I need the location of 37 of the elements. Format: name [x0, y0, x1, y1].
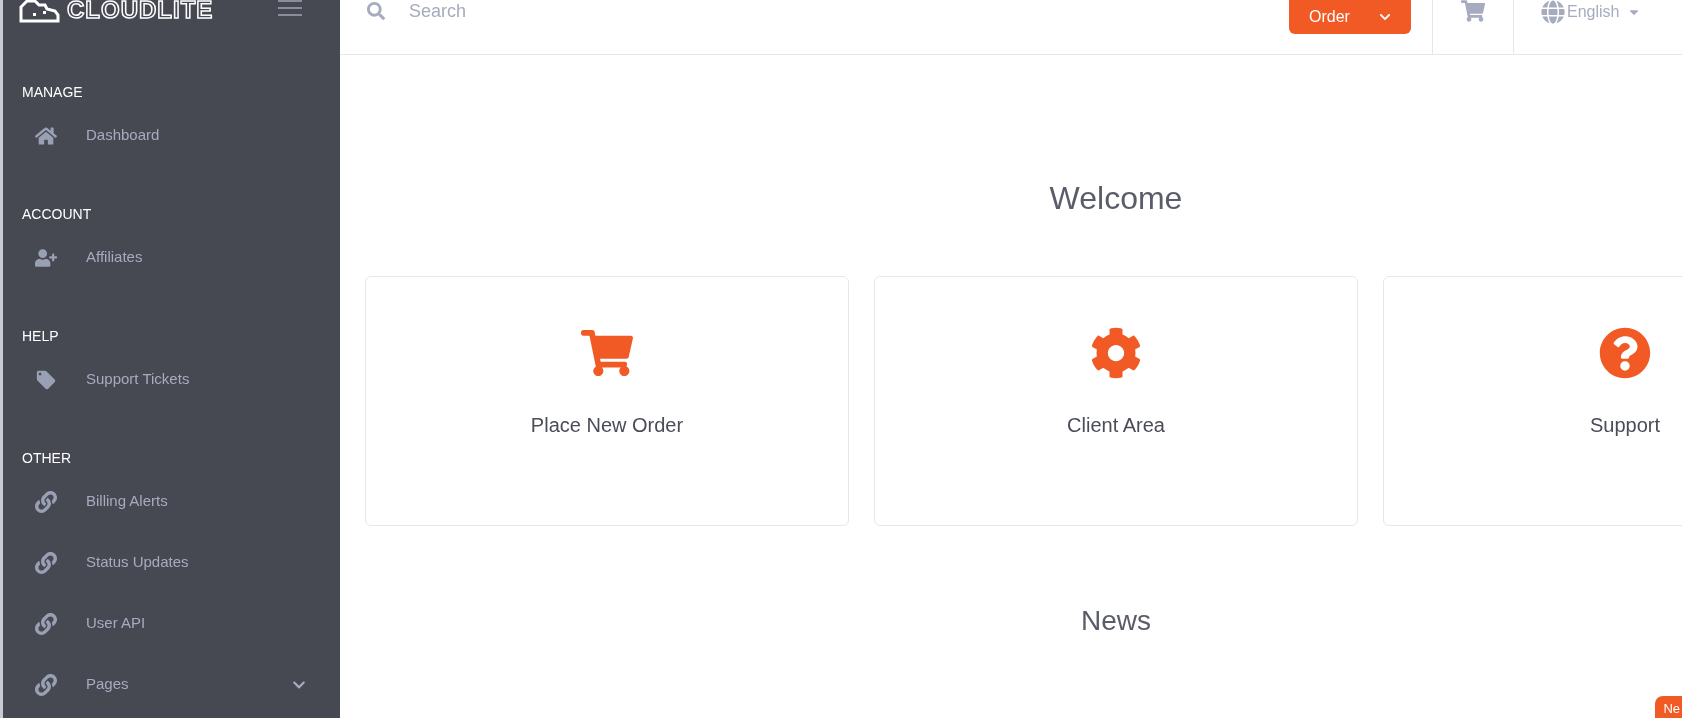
sidebar-item[interactable]: Pages — [3, 654, 340, 715]
globe-icon — [1541, 0, 1565, 24]
news-title: News — [1080, 604, 1152, 638]
link-icon — [35, 490, 57, 513]
cart-icon — [581, 327, 633, 379]
shortcut-card[interactable]: Support — [1383, 276, 1682, 526]
search-field[interactable]: Search — [409, 0, 709, 25]
sidebar-item[interactable]: Dashboard — [3, 105, 340, 166]
tag-icon — [35, 368, 57, 391]
chevron-down-icon — [1379, 11, 1391, 23]
welcome-title: Welcome — [1048, 179, 1184, 218]
gear-icon — [1090, 327, 1142, 379]
menu-icon[interactable] — [278, 0, 302, 16]
sidebar-item[interactable]: Support Tickets — [3, 349, 340, 410]
section-heading: HELP — [21, 328, 60, 344]
shortcut-card[interactable]: Place New Order — [365, 276, 849, 526]
cart-icon[interactable] — [1461, 0, 1485, 22]
question-icon — [1599, 327, 1651, 379]
sidebar-item[interactable]: Billing Alerts — [3, 471, 340, 532]
user-plus-icon — [35, 246, 57, 269]
section-heading: MANAGE — [21, 84, 84, 100]
link-icon — [35, 673, 57, 696]
section-heading: ACCOUNT — [21, 206, 93, 222]
link-icon — [35, 551, 57, 574]
order-button[interactable]: Order — [1289, 0, 1411, 34]
section-heading: OTHER — [21, 450, 72, 466]
sidebar-item[interactable]: User API — [3, 593, 340, 654]
search-icon — [367, 2, 385, 20]
language-selector[interactable]: English — [1541, 0, 1642, 24]
shortcut-card[interactable]: Client Area — [874, 276, 1358, 526]
notification-badge[interactable]: Ne — [1655, 696, 1682, 718]
cloud-logo-icon — [17, 0, 61, 23]
logo-text: CLOUDLITE — [67, 0, 214, 22]
sidebar-item[interactable]: Affiliates — [3, 227, 340, 288]
sidebar-item[interactable]: Status Updates — [3, 532, 340, 593]
link-icon — [35, 612, 57, 635]
home-icon — [35, 124, 57, 147]
